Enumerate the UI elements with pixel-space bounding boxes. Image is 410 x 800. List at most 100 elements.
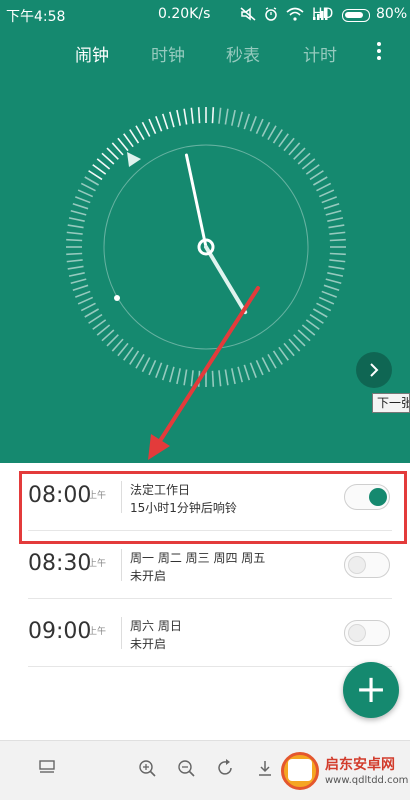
- alarm-item[interactable]: 09:00 上午 周六 周日 未开启: [28, 599, 392, 667]
- clock-tick: [70, 278, 87, 285]
- clock-tick: [111, 338, 124, 352]
- clock-tick: [293, 334, 306, 347]
- tab-stopwatch[interactable]: 秒表: [226, 41, 260, 66]
- clock-tick: [329, 238, 346, 242]
- clock-tick: [328, 265, 345, 270]
- alarm-item[interactable]: 08:30 上午 周一 周二 周三 周四 周五 未开启: [28, 531, 392, 599]
- clock-tick: [183, 369, 188, 386]
- clock-tick: [66, 259, 83, 263]
- clock-tick: [161, 113, 169, 130]
- clock-tick: [155, 362, 163, 378]
- network-speed: 0.20K/s: [158, 6, 211, 22]
- clock-tick: [312, 176, 328, 186]
- more-menu-icon[interactable]: [372, 40, 386, 64]
- zoom-in-icon[interactable]: [136, 759, 158, 781]
- next-tooltip: 下一张: [372, 393, 410, 413]
- tab-timer[interactable]: 计时: [303, 41, 337, 66]
- clock-tick: [243, 364, 251, 381]
- status-bar: 下午4:58 0.20K/s HD 80%: [0, 0, 410, 30]
- clock-tick: [148, 118, 157, 135]
- clock-tick: [84, 308, 100, 318]
- clock-tick: [301, 324, 316, 336]
- clock-tick: [211, 370, 215, 387]
- clock-tick: [190, 107, 194, 124]
- clock-tick: [176, 368, 182, 385]
- clock-tick: [305, 319, 320, 330]
- clock-tick: [305, 164, 320, 175]
- alarm-time: 08:00: [28, 483, 92, 508]
- clock-tick: [267, 125, 277, 141]
- clock-tick: [84, 176, 100, 186]
- clock-tick: [237, 366, 244, 383]
- clock-tick: [168, 111, 175, 128]
- clock-tick: [328, 224, 345, 229]
- clock-tick: [197, 107, 201, 124]
- alarm-ampm: 上午: [88, 559, 107, 569]
- alarm-status: 未开启: [130, 569, 167, 583]
- clock-tick: [88, 170, 103, 181]
- alarm-toggle[interactable]: [344, 552, 390, 578]
- tab-world-clock[interactable]: 时钟: [151, 41, 185, 66]
- clock-tick: [117, 137, 129, 152]
- clock-tick: [278, 346, 289, 361]
- clock-tick: [272, 350, 283, 365]
- add-alarm-button[interactable]: +: [343, 662, 399, 718]
- clock-tick: [96, 324, 111, 336]
- clock-tick: [249, 116, 257, 132]
- alarm-toggle[interactable]: [344, 620, 390, 646]
- network-type: HD: [312, 6, 334, 22]
- tab-bar: 闹钟 时钟 秒表 计时: [0, 38, 410, 68]
- rotate-icon[interactable]: [215, 759, 237, 781]
- clock-tick: [80, 302, 96, 312]
- clock-tick: [88, 313, 103, 324]
- clock-tick: [129, 350, 140, 365]
- clock-tick: [67, 265, 84, 270]
- clock-tick: [255, 118, 264, 135]
- alarm-time: 08:30: [28, 551, 92, 576]
- clock-tick: [261, 357, 271, 373]
- alarm-status: 15小时1分钟后响铃: [130, 501, 237, 515]
- clock-tick: [309, 313, 324, 324]
- battery-fill: [345, 12, 364, 18]
- clock-tick: [218, 370, 222, 387]
- battery-percent: 80%: [376, 6, 408, 22]
- clock-tick: [243, 113, 251, 130]
- clock-tick: [70, 209, 87, 216]
- chevron-right-icon: [370, 363, 379, 377]
- clock-tick: [183, 108, 188, 125]
- clock-tick: [288, 142, 301, 156]
- hour-hand: [204, 245, 248, 315]
- alarm-repeat: 法定工作日: [130, 483, 191, 497]
- clock-tick: [261, 121, 271, 137]
- clock-tick: [323, 202, 340, 210]
- clock-tick: [321, 196, 337, 204]
- next-button[interactable]: [356, 352, 392, 388]
- clock-tick: [161, 364, 169, 381]
- watermark-name: 启东安卓网: [325, 757, 395, 773]
- clock-tick: [135, 353, 145, 369]
- clock-tick: [141, 357, 151, 373]
- clock-tick: [141, 121, 151, 137]
- clock-tick: [66, 238, 83, 242]
- clock-tick: [218, 107, 222, 124]
- download-icon[interactable]: [254, 759, 276, 781]
- zoom-out-icon[interactable]: [175, 759, 197, 781]
- analog-clock: [66, 107, 346, 387]
- clock-tick: [327, 271, 344, 277]
- clock-tick: [230, 109, 236, 126]
- clock-tick: [168, 366, 175, 383]
- alarm-toggle[interactable]: [344, 484, 390, 510]
- layout-icon[interactable]: [36, 759, 58, 781]
- clock-tick: [224, 369, 229, 386]
- alarm-clock-icon: [264, 7, 278, 25]
- alarm-item[interactable]: 08:00 上午 法定工作日 15小时1分钟后响铃: [28, 463, 392, 531]
- clock-tick: [237, 111, 244, 128]
- clock-tick: [293, 147, 306, 160]
- clock-tick: [309, 170, 324, 181]
- tab-alarm[interactable]: 闹钟: [75, 41, 109, 66]
- clock-tick: [230, 368, 236, 385]
- watermark-url: www.qdltdd.com: [325, 775, 409, 786]
- clock-tick: [92, 164, 107, 175]
- clock-tick: [101, 152, 115, 165]
- clock-tick: [329, 259, 346, 263]
